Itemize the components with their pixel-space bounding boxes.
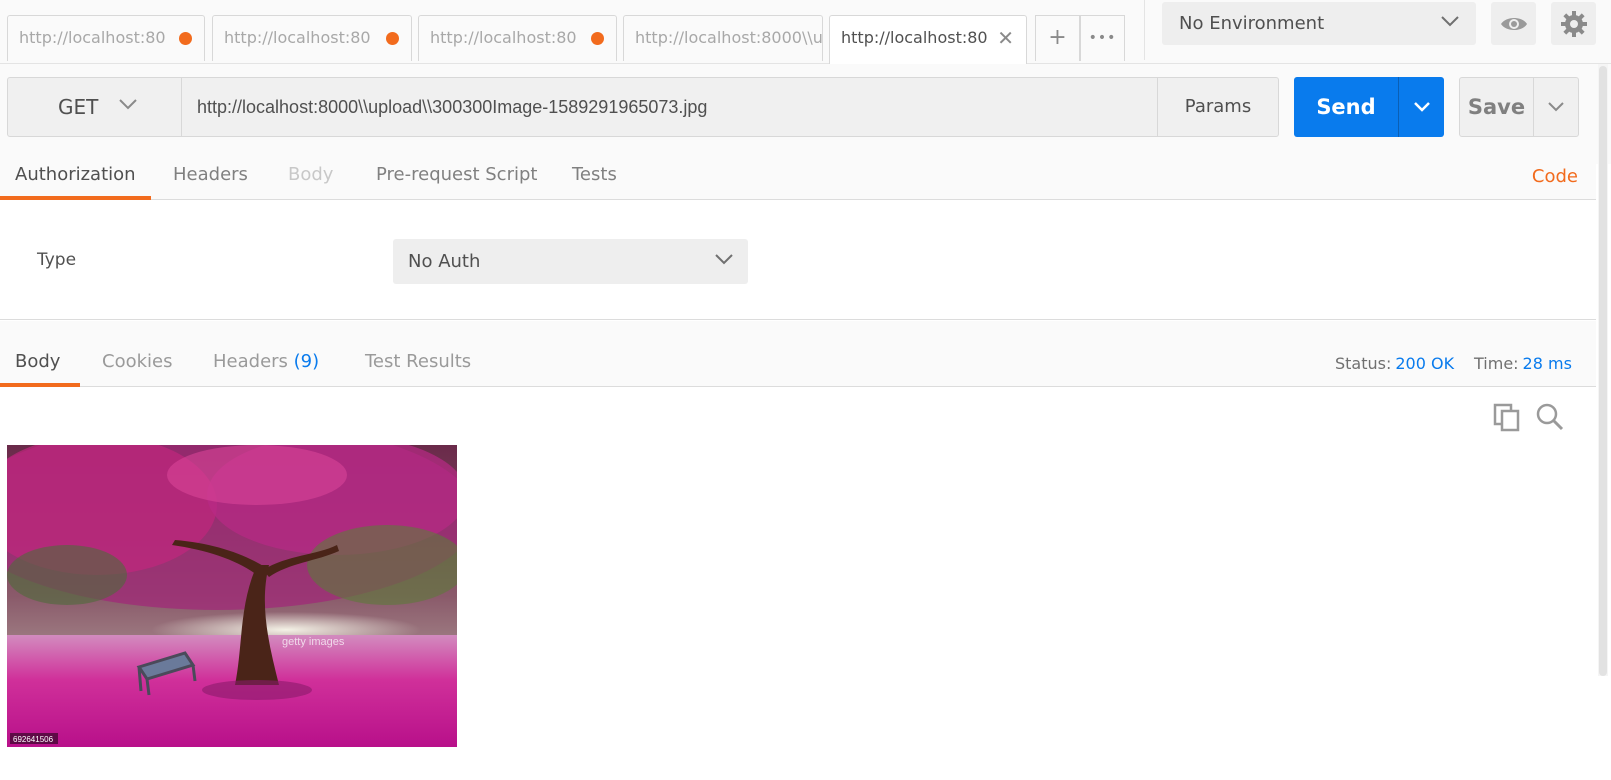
request-tab[interactable]: http://localhost:80 <box>418 15 617 61</box>
more-tabs-button[interactable]: ••• <box>1080 15 1125 61</box>
image-id-text: 692641506 <box>13 735 54 744</box>
close-icon[interactable]: ✕ <box>997 16 1014 60</box>
scrollbar-thumb[interactable] <box>1599 66 1607 676</box>
ellipsis-icon: ••• <box>1088 30 1117 46</box>
eye-icon <box>1500 17 1527 30</box>
tab-bar: http://localhost:80 http://localhost:80 … <box>0 0 1611 65</box>
tab-label: Headers <box>213 351 288 372</box>
new-tab-button[interactable]: + <box>1035 15 1080 61</box>
tab-response-body[interactable]: Body <box>15 351 60 372</box>
tab-authorization[interactable]: Authorization <box>15 164 136 185</box>
chevron-down-icon <box>715 254 733 265</box>
environment-quick-look-button[interactable] <box>1491 2 1536 45</box>
url-input[interactable] <box>182 77 1158 137</box>
auth-type-select[interactable]: No Auth <box>393 239 748 284</box>
status-value: 200 OK <box>1395 354 1455 373</box>
chevron-down-icon <box>119 99 137 110</box>
response-tabs: Body Cookies Headers (9) Test Results St… <box>0 321 1596 387</box>
unsaved-dot-icon <box>386 32 399 45</box>
tab-pre-request-script[interactable]: Pre-request Script <box>376 164 537 185</box>
headers-count-badge: (9) <box>293 351 320 372</box>
request-bar: GET Params Send Save <box>0 64 1611 164</box>
tab-label: http://localhost:80 <box>841 28 988 47</box>
search-icon <box>1536 403 1564 431</box>
method-select[interactable]: GET <box>7 77 182 137</box>
tab-response-headers[interactable]: Headers (9) <box>213 351 319 372</box>
chevron-down-icon <box>1413 102 1430 112</box>
request-tab[interactable]: http://localhost:8000\\up <box>623 15 823 61</box>
status-readout: Status: 200 OK <box>1335 354 1454 373</box>
chevron-down-icon <box>1441 16 1459 27</box>
response-body: getty images 692641506 <box>0 388 1596 780</box>
copy-response-button[interactable] <box>1492 402 1522 432</box>
tree-photo: getty images 692641506 <box>7 445 457 747</box>
time-readout: Time: 28 ms <box>1474 354 1572 373</box>
send-options-button[interactable] <box>1398 77 1444 137</box>
tab-tests[interactable]: Tests <box>572 164 617 185</box>
request-tabs: Authorization Headers Body Pre-request S… <box>0 150 1596 200</box>
divider <box>1144 0 1145 60</box>
tab-label: http://localhost:8000\\up <box>635 28 823 47</box>
request-tab-active[interactable]: http://localhost:80 ✕ <box>829 15 1027 65</box>
active-tab-indicator <box>0 383 80 387</box>
auth-type-label: Type <box>37 250 77 270</box>
tab-body[interactable]: Body <box>288 164 333 185</box>
save-options-button[interactable] <box>1533 77 1579 137</box>
watermark-text: getty images <box>282 636 345 648</box>
search-response-button[interactable] <box>1535 402 1565 432</box>
active-tab-indicator <box>0 196 151 200</box>
status-label: Status: <box>1335 354 1392 373</box>
unsaved-dot-icon <box>179 32 192 45</box>
method-label: GET <box>58 95 99 119</box>
environment-label: No Environment <box>1179 13 1325 34</box>
tab-label: http://localhost:80 <box>19 28 166 47</box>
params-button[interactable]: Params <box>1157 77 1279 137</box>
copy-icon <box>1493 403 1520 432</box>
unsaved-dot-icon <box>591 32 604 45</box>
plus-icon: + <box>1048 25 1067 50</box>
request-tab[interactable]: http://localhost:80 <box>212 15 412 61</box>
auth-type-value: No Auth <box>408 251 481 272</box>
tab-headers[interactable]: Headers <box>173 164 248 185</box>
chevron-down-icon <box>1548 102 1564 112</box>
tab-test-results[interactable]: Test Results <box>365 351 471 372</box>
tab-label: http://localhost:80 <box>430 28 577 47</box>
time-label: Time: <box>1474 354 1519 373</box>
environment-select[interactable]: No Environment <box>1162 2 1476 45</box>
authorization-panel: Type No Auth <box>0 201 1596 320</box>
settings-button[interactable] <box>1551 2 1596 45</box>
send-button[interactable]: Send <box>1294 77 1398 137</box>
tab-cookies[interactable]: Cookies <box>102 351 172 372</box>
gear-icon <box>1560 10 1587 37</box>
response-image: getty images 692641506 <box>7 445 457 747</box>
code-link[interactable]: Code <box>1532 166 1578 187</box>
save-button[interactable]: Save <box>1459 77 1534 137</box>
request-tab[interactable]: http://localhost:80 <box>7 15 205 61</box>
tab-label: http://localhost:80 <box>224 28 371 47</box>
time-value: 28 ms <box>1522 354 1572 373</box>
